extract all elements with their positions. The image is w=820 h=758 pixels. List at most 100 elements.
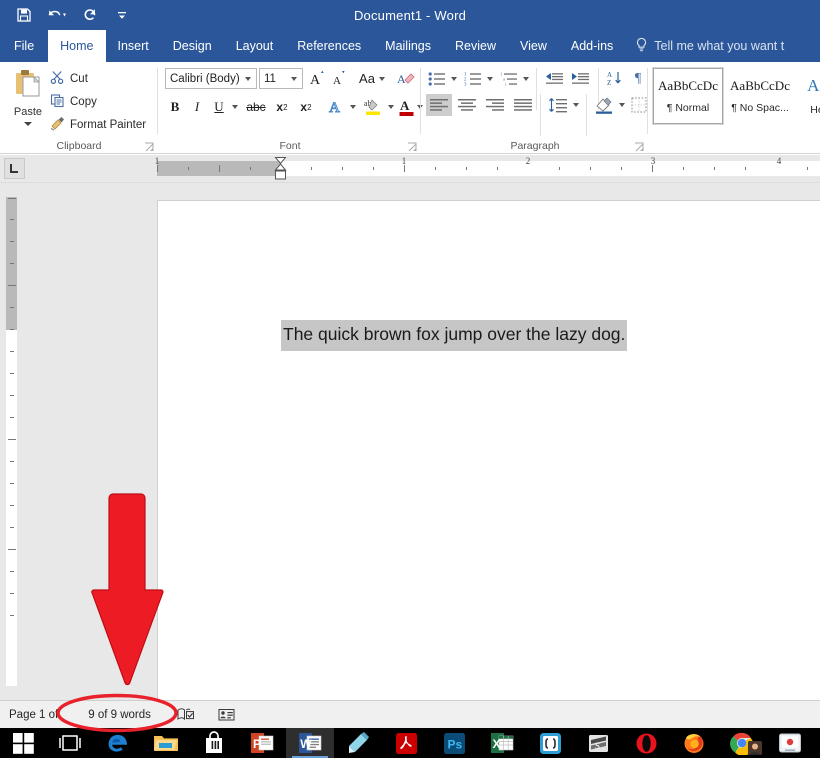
style-name: He — [810, 104, 820, 116]
underline-button[interactable]: U — [209, 96, 229, 118]
status-word-count[interactable]: 9 of 9 words — [88, 709, 151, 721]
sublime-text-icon[interactable]: S — [574, 728, 622, 758]
bullets-icon[interactable] — [426, 68, 448, 89]
decrease-indent-icon[interactable] — [542, 68, 566, 89]
font-name-chevron-down-icon[interactable] — [245, 76, 251, 81]
change-case-label: Aa — [359, 71, 375, 86]
screen-recorder-icon[interactable] — [766, 728, 814, 758]
align-left-icon[interactable] — [426, 94, 452, 116]
superscript-button[interactable]: x2 — [295, 96, 317, 118]
subscript-button[interactable]: x2 — [271, 96, 293, 118]
chrome-icon[interactable] — [718, 728, 766, 758]
sort-icon[interactable]: AZ — [604, 68, 626, 89]
change-case-icon[interactable]: Aa — [355, 68, 389, 89]
shading-caret-icon[interactable] — [616, 94, 627, 116]
document-page[interactable]: The quick brown fox jump over the lazy d… — [157, 200, 820, 700]
copy-button[interactable]: Copy — [50, 93, 97, 111]
line-spacing-caret-icon[interactable] — [570, 94, 581, 116]
style-normal[interactable]: AaBbCcDc ¶ Normal — [652, 67, 724, 125]
multilevel-list-icon[interactable]: 1ai — [498, 68, 520, 89]
chrome-profile-avatar[interactable] — [748, 741, 762, 755]
increase-indent-icon[interactable] — [568, 68, 592, 89]
task-view-icon[interactable] — [46, 728, 94, 758]
strikethrough-button[interactable]: abc — [243, 96, 269, 118]
paste-button[interactable]: Paste — [6, 66, 50, 134]
align-center-icon[interactable] — [454, 94, 480, 116]
group-separator — [586, 94, 587, 136]
italic-button[interactable]: I — [187, 96, 207, 118]
align-right-icon[interactable] — [482, 94, 508, 116]
firefox-icon[interactable] — [670, 728, 718, 758]
document-text[interactable]: The quick brown fox jump over the lazy d… — [281, 320, 628, 351]
excel-icon[interactable]: X — [478, 728, 526, 758]
word-application-window: Document1 - Word File Home Insert Design… — [0, 0, 820, 758]
tab-mailings[interactable]: Mailings — [373, 30, 443, 62]
numbering-icon[interactable]: 123 — [462, 68, 484, 89]
horizontal-ruler[interactable]: 1 1 2 3 4 — [0, 155, 820, 183]
cut-button[interactable]: Cut — [50, 70, 88, 88]
publisher-icon[interactable] — [334, 728, 382, 758]
opera-icon[interactable] — [622, 728, 670, 758]
microsoft-store-icon[interactable] — [190, 728, 238, 758]
tab-references[interactable]: References — [285, 30, 373, 62]
format-painter-button[interactable]: Format Painter — [50, 116, 146, 134]
shading-icon[interactable] — [592, 94, 616, 116]
tab-add-ins[interactable]: Add-ins — [559, 30, 625, 62]
paragraph-dialog-launcher-icon[interactable] — [634, 140, 645, 152]
line-spacing-icon[interactable] — [546, 94, 570, 116]
underline-dropdown-caret-icon[interactable] — [229, 96, 241, 118]
text-effects-caret-icon[interactable] — [347, 96, 359, 118]
file-explorer-icon[interactable] — [142, 728, 190, 758]
windows-taskbar: P W Ps X S — [0, 728, 820, 758]
status-page-number[interactable]: Page 1 of — [9, 709, 58, 721]
accessibility-checker-icon[interactable] — [218, 707, 235, 722]
svg-text:S: S — [595, 741, 600, 751]
svg-text:A: A — [397, 72, 406, 86]
justify-icon[interactable] — [510, 94, 536, 116]
show-formatting-marks-icon[interactable]: ¶ — [628, 68, 648, 89]
svg-text:A: A — [400, 98, 410, 113]
paste-dropdown-caret-icon[interactable] — [24, 122, 32, 126]
brackets-icon[interactable] — [526, 728, 574, 758]
format-painter-icon — [50, 116, 65, 134]
proofing-errors-icon[interactable] — [177, 707, 194, 722]
font-name-input[interactable]: Calibri (Body) — [165, 68, 257, 89]
text-highlight-color-icon[interactable]: ab — [361, 96, 385, 118]
tab-insert[interactable]: Insert — [106, 30, 161, 62]
start-button-icon[interactable] — [0, 728, 46, 758]
powerpoint-icon[interactable]: P — [238, 728, 286, 758]
tab-layout[interactable]: Layout — [224, 30, 286, 62]
font-color-icon[interactable]: A — [397, 96, 417, 118]
tab-home[interactable]: Home — [48, 30, 106, 62]
multilevel-caret-icon[interactable] — [520, 68, 531, 89]
clipboard-dialog-launcher-icon[interactable] — [144, 140, 155, 152]
title-bar: Document1 - Word — [0, 0, 820, 30]
tell-me-search[interactable]: Tell me what you want t — [625, 30, 790, 62]
font-size-chevron-down-icon[interactable] — [291, 76, 297, 81]
tab-view[interactable]: View — [508, 30, 559, 62]
adobe-acrobat-icon[interactable] — [382, 728, 430, 758]
tab-file[interactable]: File — [0, 30, 48, 62]
document-canvas[interactable]: The quick brown fox jump over the lazy d… — [22, 183, 820, 700]
style-no-spacing[interactable]: AaBbCcDc ¶ No Spac... — [725, 68, 795, 124]
font-size-input[interactable]: 11 — [259, 68, 303, 89]
bold-button[interactable]: B — [165, 96, 185, 118]
grow-font-icon[interactable]: A — [307, 68, 327, 89]
tab-review[interactable]: Review — [443, 30, 508, 62]
tab-design[interactable]: Design — [161, 30, 224, 62]
numbering-caret-icon[interactable] — [484, 68, 495, 89]
shrink-font-icon[interactable]: A — [329, 68, 349, 89]
text-effects-icon[interactable]: A — [325, 96, 347, 118]
highlight-caret-icon[interactable] — [385, 96, 397, 118]
vertical-ruler[interactable] — [0, 183, 22, 700]
change-case-caret-icon[interactable] — [378, 76, 385, 81]
ruler-number: 4 — [776, 156, 782, 166]
font-dialog-launcher-icon[interactable] — [407, 140, 418, 152]
word-icon[interactable]: W — [286, 728, 334, 758]
style-heading-1[interactable]: Aa He — [797, 68, 820, 124]
clear-formatting-icon[interactable]: A — [395, 68, 417, 89]
italic-label: I — [194, 99, 200, 114]
microsoft-edge-icon[interactable] — [94, 728, 142, 758]
photoshop-icon[interactable]: Ps — [430, 728, 478, 758]
bullets-caret-icon[interactable] — [448, 68, 459, 89]
